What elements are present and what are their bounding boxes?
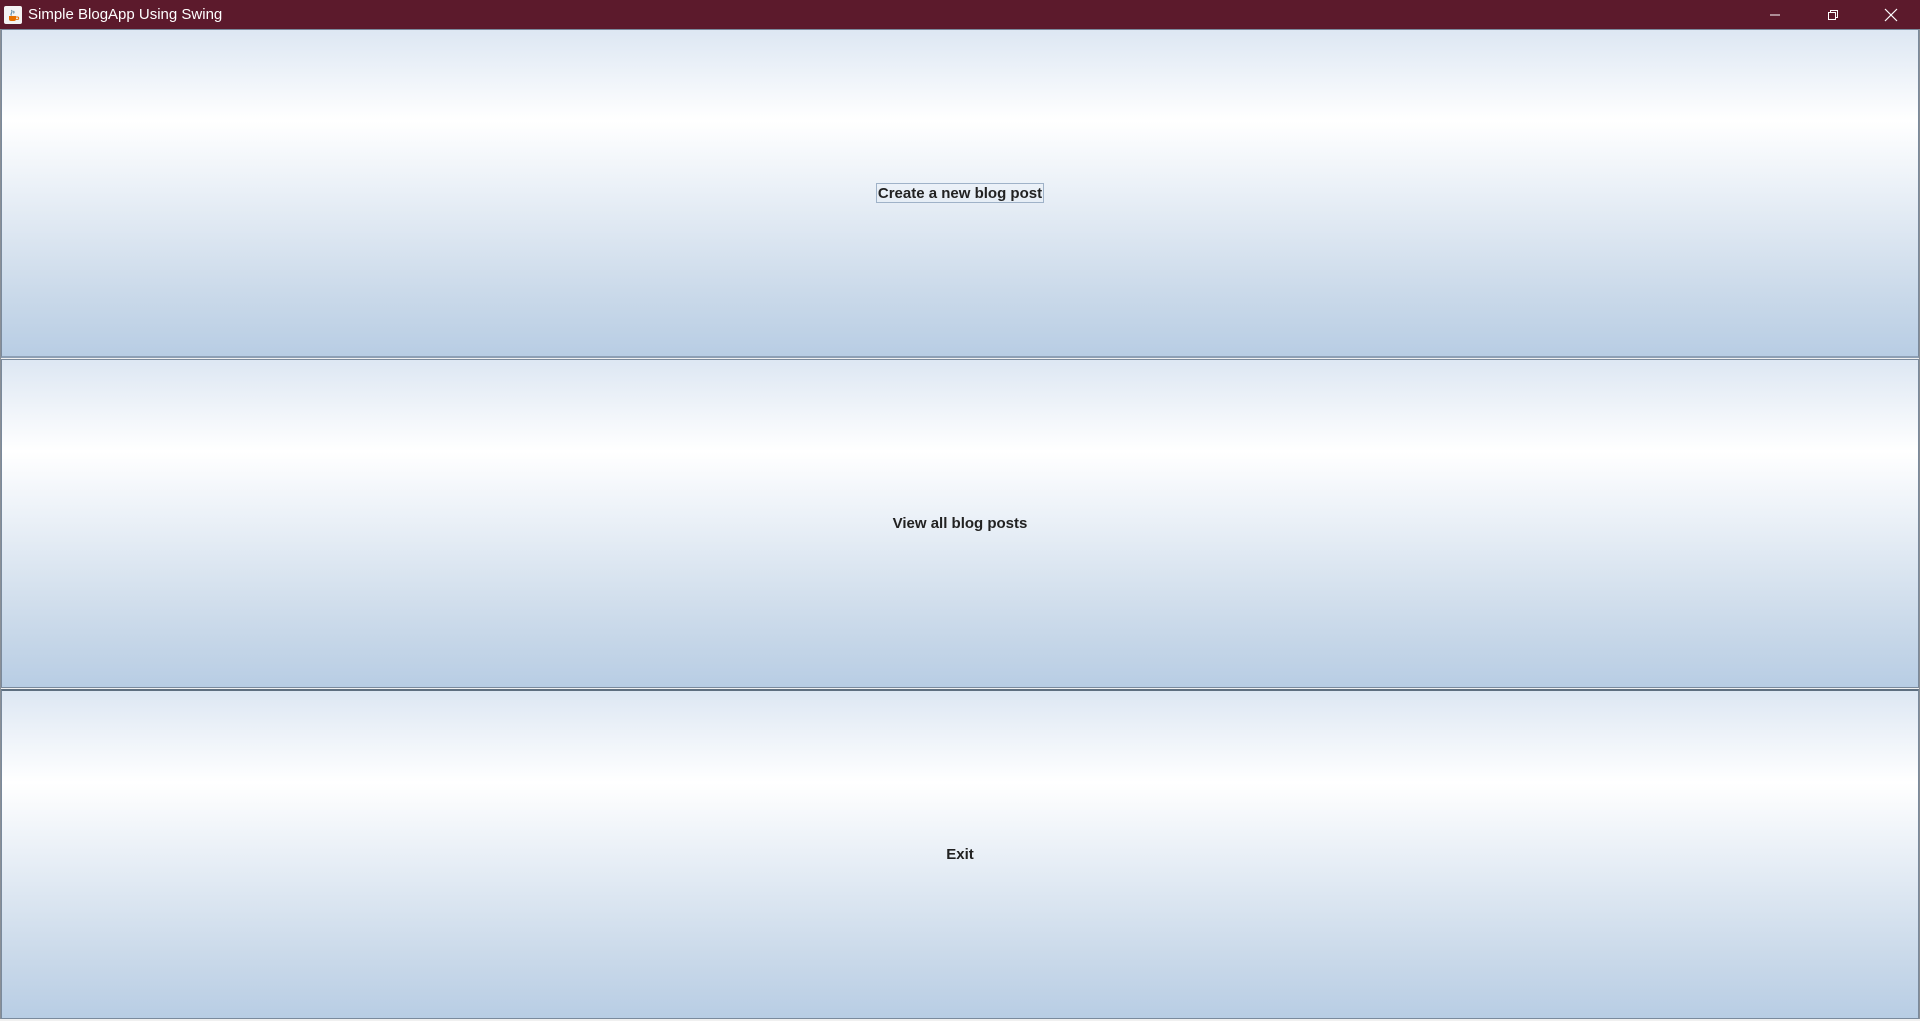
close-button[interactable] bbox=[1862, 0, 1920, 29]
create-post-label: Create a new blog post bbox=[875, 183, 1045, 203]
close-icon bbox=[1884, 8, 1898, 21]
exit-button[interactable]: Exit bbox=[1, 689, 1919, 1019]
view-posts-button[interactable]: View all blog posts bbox=[1, 359, 1919, 688]
minimize-button[interactable] bbox=[1746, 0, 1804, 29]
content-panel: Create a new blog post View all blog pos… bbox=[0, 29, 1920, 1019]
window-controls bbox=[1746, 0, 1920, 29]
title-bar[interactable]: Simple BlogApp Using Swing bbox=[0, 0, 1920, 29]
exit-label: Exit bbox=[946, 846, 974, 863]
create-post-button[interactable]: Create a new blog post bbox=[1, 29, 1919, 358]
view-posts-label: View all blog posts bbox=[892, 515, 1028, 532]
restore-icon bbox=[1828, 9, 1838, 20]
app-window: Simple BlogApp Using Swing Create a new … bbox=[0, 0, 1920, 1021]
minimize-icon bbox=[1770, 14, 1780, 15]
window-title: Simple BlogApp Using Swing bbox=[28, 6, 223, 23]
java-cup-icon bbox=[4, 5, 22, 24]
restore-button[interactable] bbox=[1804, 0, 1862, 29]
